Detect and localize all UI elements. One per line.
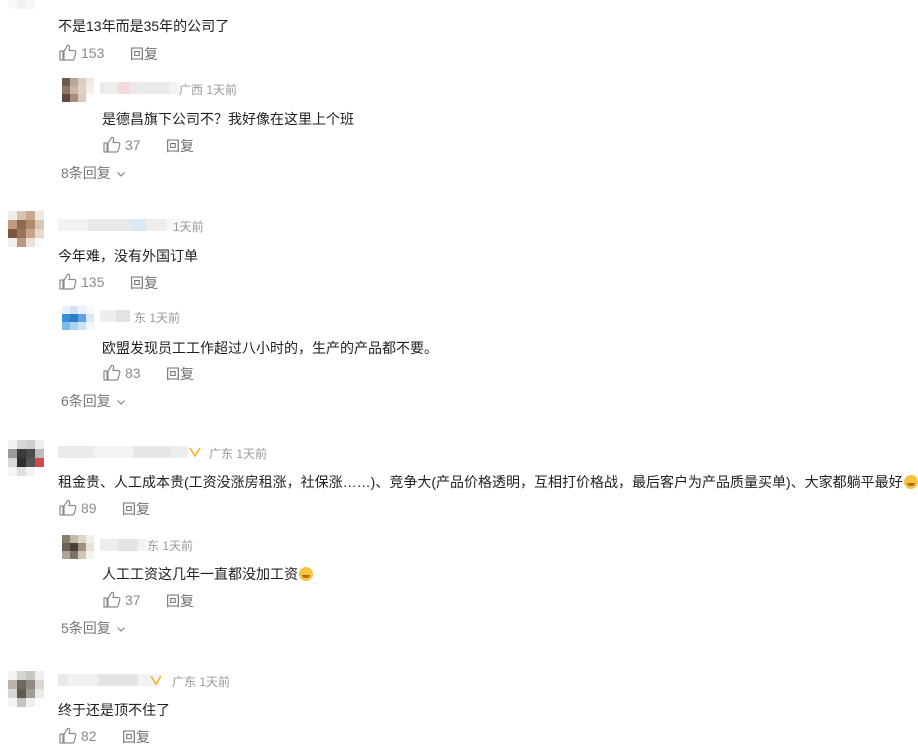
like-button[interactable]: 37 [103, 591, 141, 608]
like-button[interactable]: 82 [59, 727, 97, 744]
reply-button[interactable]: 回复 [166, 136, 194, 156]
comment-meta: 1天前 [173, 220, 204, 234]
laugh-cry-emoji-icon [299, 567, 313, 581]
more-replies-button[interactable]: 6条回复 [61, 391, 126, 411]
comment-text: 不是13年而是35年的公司了 [58, 18, 230, 34]
avatar[interactable] [8, 211, 44, 247]
like-count: 135 [81, 273, 105, 290]
thumbs-up-icon [59, 273, 77, 290]
comment-meta: 广东 1天前 [209, 447, 268, 461]
like-count: 89 [81, 499, 97, 516]
grin-emoji-icon [903, 475, 918, 489]
comment-text: 终于还是顶不住了 [58, 702, 170, 718]
avatar[interactable] [8, 0, 44, 18]
reply-button[interactable]: 回复 [130, 273, 158, 293]
more-replies-label: 5条回复 [61, 620, 111, 636]
like-button[interactable]: 83 [103, 364, 141, 381]
reply-text: 欧盟发现员工工作超过八小时的，生产的产品都不要。 [102, 340, 438, 356]
reply-meta: 东 1天前 [134, 311, 181, 325]
reply-button[interactable]: 回复 [122, 727, 150, 747]
thumbs-up-icon [103, 136, 121, 153]
comment-item: 广东 1天前 租金贵、人工成本贵(工资没涨房租涨，社保涨……)、竞争大(产品价格… [0, 432, 918, 647]
like-count: 37 [125, 591, 141, 608]
like-count: 37 [125, 136, 141, 153]
like-button[interactable]: 135 [59, 273, 104, 290]
comment-text-content: 租金贵、人工成本贵(工资没涨房租涨，社保涨……)、竞争大(产品价格透明，互相打价… [58, 474, 903, 490]
avatar[interactable] [62, 78, 94, 110]
more-replies-label: 6条回复 [61, 393, 111, 409]
comment-text: 今年难，没有外国订单 [58, 248, 198, 264]
user-name-blurred[interactable] [58, 674, 160, 686]
avatar[interactable] [8, 671, 44, 707]
user-name-blurred[interactable] [100, 310, 130, 322]
user-name-blurred[interactable] [58, 446, 188, 458]
thumbs-up-icon [59, 44, 77, 61]
reply-meta: 广西 1天前 [179, 83, 238, 97]
more-replies-button[interactable]: 8条回复 [61, 163, 126, 183]
like-count: 82 [81, 727, 97, 744]
like-count: 153 [81, 44, 105, 61]
user-name-blurred[interactable] [100, 539, 146, 551]
like-button[interactable]: 37 [103, 136, 141, 153]
comment-text: 租金贵、人工成本贵(工资没涨房租涨，社保涨……)、竞争大(产品价格透明，互相打价… [58, 472, 918, 492]
thumbs-up-icon [103, 364, 121, 381]
comment-item: 广东 1天前 终于还是顶不住了 82 回复 [0, 665, 918, 745]
reply-button[interactable]: 回复 [130, 44, 158, 64]
reply-text: 人工工资这几年一直都没加工资 [102, 564, 313, 584]
avatar[interactable] [8, 440, 44, 476]
like-button[interactable]: 89 [59, 499, 97, 516]
chevron-down-icon [116, 627, 125, 632]
comment-item: 不是13年而是35年的公司了 153 回复 广西 1天前 是德昌旗下公司不？我好… [0, 0, 918, 190]
more-replies-button[interactable]: 5条回复 [61, 618, 126, 638]
comment-meta: 广东 1天前 [172, 675, 231, 689]
reply-text: 是德昌旗下公司不？我好像在这里上个班 [102, 111, 354, 127]
reply-text-content: 人工工资这几年一直都没加工资 [102, 566, 298, 582]
reply-button[interactable]: 回复 [166, 591, 194, 611]
like-count: 83 [125, 364, 141, 381]
vip-badge-icon [189, 447, 201, 457]
comment-item: 1天前 今年难，没有外国订单 135 回复 东 1天前 欧盟发现员工工作超过八小… [0, 205, 918, 415]
reply-button[interactable]: 回复 [166, 364, 194, 384]
user-name-blurred[interactable] [100, 82, 180, 94]
avatar[interactable] [62, 306, 94, 338]
like-button[interactable]: 153 [59, 44, 104, 61]
user-name-blurred[interactable] [58, 219, 188, 231]
chevron-down-icon [116, 400, 125, 405]
thumbs-up-icon [103, 591, 121, 608]
thumbs-up-icon [59, 499, 77, 516]
vip-badge-icon [150, 675, 162, 685]
thumbs-up-icon [59, 727, 77, 744]
reply-meta: 东 1天前 [147, 539, 194, 553]
avatar[interactable] [62, 535, 94, 567]
reply-button[interactable]: 回复 [122, 499, 150, 519]
more-replies-label: 8条回复 [61, 165, 111, 181]
chevron-down-icon [116, 172, 125, 177]
